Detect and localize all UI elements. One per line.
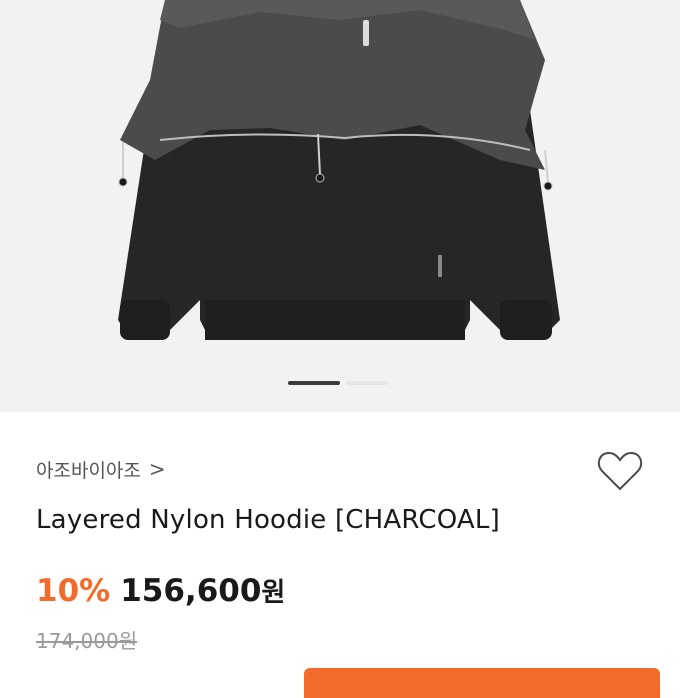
product-photo: [118, 0, 560, 340]
gallery-pager: [0, 381, 680, 387]
pager-indicator-active[interactable]: [288, 381, 340, 385]
brand-link[interactable]: 아조바이아조 >: [36, 454, 166, 484]
pager-indicator[interactable]: [346, 381, 388, 385]
heart-outline-icon[interactable]: [597, 450, 643, 492]
sale-price-value: 156,600: [120, 573, 262, 609]
chevron-right-icon: >: [148, 457, 166, 481]
brand-name: 아조바이아조: [36, 459, 141, 482]
currency-unit: 원: [261, 578, 286, 608]
product-image-gallery[interactable]: [0, 0, 680, 412]
product-title: Layered Nylon Hoodie [CHARCOAL]: [36, 505, 500, 535]
buy-button[interactable]: [304, 668, 660, 698]
original-price: 174,000원: [36, 629, 138, 653]
sale-price: 156,600원: [120, 572, 285, 609]
price-row: 10% 156,600원: [36, 572, 285, 609]
discount-rate: 10%: [36, 573, 111, 609]
